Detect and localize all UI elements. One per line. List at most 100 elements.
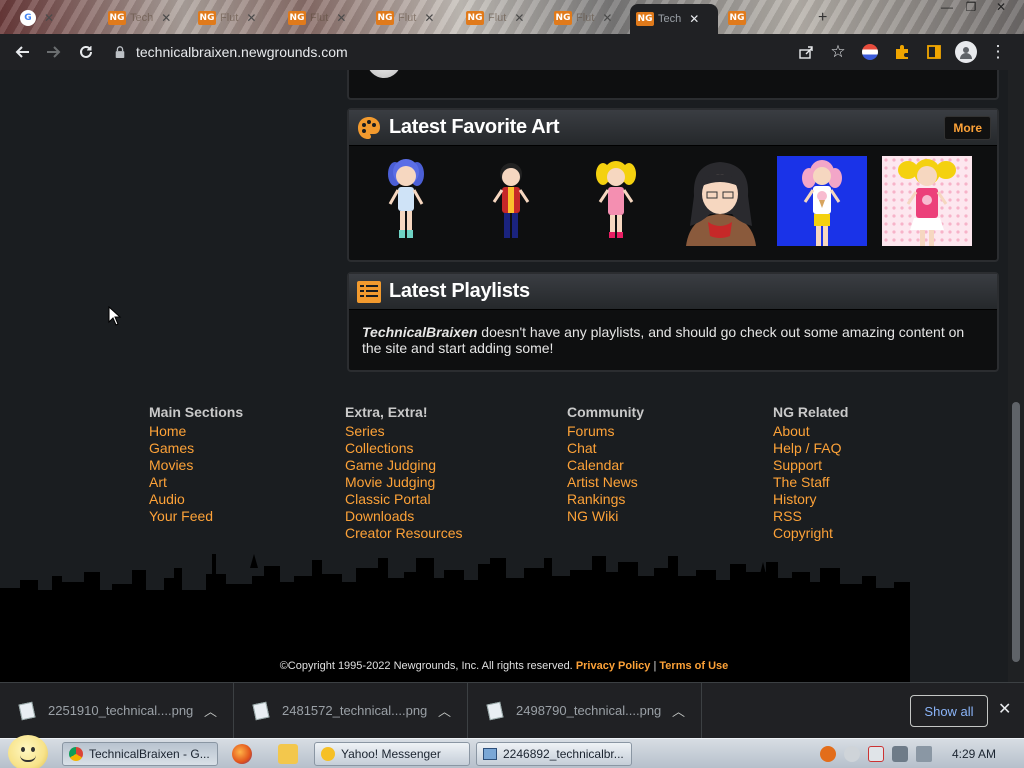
art-thumbnail[interactable] [357,156,454,246]
side-panel-icon[interactable] [918,36,950,68]
footer-link-your-feed[interactable]: Your Feed [149,508,243,525]
previous-panel-bottom [347,70,999,100]
network-tray-icon[interactable] [892,746,908,762]
share-icon[interactable] [790,36,822,68]
tab-newgrounds-8[interactable]: NG [722,4,752,32]
chevron-up-icon[interactable]: ︿ [672,701,685,720]
tab-newgrounds-active[interactable]: NG Tech ✕ [630,4,718,34]
menu-kebab-icon[interactable]: ⋮ [982,36,1014,68]
latest-playlists-panel: Latest Playlists TechnicalBraixen doesn'… [347,272,999,372]
bookmark-star-icon[interactable]: ☆ [822,36,854,68]
taskbar-item-image[interactable]: 2246892_technicalbr... [476,742,632,766]
footer-link-classic-portal[interactable]: Classic Portal [345,491,463,508]
address-bar[interactable]: technicalbraixen.newgrounds.com [108,38,848,66]
taskbar-item-browser[interactable]: TechnicalBraixen - G... [62,742,218,766]
tab-newgrounds-4[interactable]: NG Flut ✕ [370,4,440,32]
art-thumbnail[interactable] [882,156,979,246]
footer-link-rankings[interactable]: Rankings [567,491,644,508]
taskbar-item-messenger[interactable]: Yahoo! Messenger [314,742,470,766]
folder-icon[interactable] [278,744,298,764]
chevron-up-icon[interactable]: ︿ [204,701,217,720]
newgrounds-favicon-icon: NG [466,11,484,25]
tab-close-icon[interactable]: ✕ [161,11,171,25]
flag-tray-icon[interactable] [868,746,884,762]
tab-newgrounds-1[interactable]: NG Tech ✕ [102,4,177,32]
footer-link-copyright[interactable]: Copyright [773,525,848,542]
footer-link-history[interactable]: History [773,491,848,508]
show-all-downloads-button[interactable]: Show all [910,695,988,727]
download-item[interactable]: 2251910_technical....png ︿ [0,682,234,739]
page-scrollbar[interactable] [1008,70,1024,682]
firefox-icon[interactable] [232,744,252,764]
footer-link-collections[interactable]: Collections [345,440,463,457]
image-file-icon [18,701,36,720]
start-button-smiley-icon[interactable] [8,735,48,768]
footer-link-rss[interactable]: RSS [773,508,848,525]
privacy-policy-link[interactable]: Privacy Policy [576,660,651,672]
profile-avatar-icon[interactable] [950,36,982,68]
footer-link-ng-wiki[interactable]: NG Wiki [567,508,644,525]
reload-icon[interactable] [70,36,102,68]
close-window-icon[interactable]: ✕ [990,0,1012,14]
footer-link-series[interactable]: Series [345,423,463,440]
close-shelf-icon[interactable]: ✕ [998,699,1011,719]
download-item[interactable]: 2498790_technical....png ︿ [468,682,702,739]
tab-close-icon[interactable]: ✕ [689,12,699,26]
tab-newgrounds-6[interactable]: NG Flut ✕ [548,4,618,32]
art-thumbnail[interactable] [672,156,769,246]
minimize-icon[interactable]: — [936,0,958,14]
footer-link-game-judging[interactable]: Game Judging [345,457,463,474]
footer-link-support[interactable]: Support [773,457,848,474]
tab-newgrounds-2[interactable]: NG Flut ✕ [192,4,262,32]
more-button[interactable]: More [944,116,991,140]
url-text: technicalbraixen.newgrounds.com [136,44,348,60]
footer-link-chat[interactable]: Chat [567,440,644,457]
search-tray-icon[interactable] [820,746,836,762]
image-file-icon [252,701,270,720]
tab-newgrounds-3[interactable]: NG Flut ✕ [282,4,352,32]
tab-close-icon[interactable]: ✕ [514,11,524,25]
footer-link-calendar[interactable]: Calendar [567,457,644,474]
extension-flag-icon[interactable] [854,36,886,68]
back-arrow-icon[interactable] [6,36,38,68]
tab-google[interactable]: G ✕ [14,4,60,32]
footer-link-audio[interactable]: Audio [149,491,243,508]
tab-label: Flut [220,12,239,24]
footer-link-forums[interactable]: Forums [567,423,644,440]
smiley-tray-icon[interactable] [844,746,860,762]
scrollbar-thumb[interactable] [1012,402,1020,662]
footer-link-games[interactable]: Games [149,440,243,457]
tab-close-icon[interactable]: ✕ [602,11,612,25]
newgrounds-favicon-icon: NG [728,11,746,25]
art-thumbnail[interactable] [462,156,559,246]
footer-link-home[interactable]: Home [149,423,243,440]
tab-close-icon[interactable]: ✕ [246,11,256,25]
volume-tray-icon[interactable] [916,746,932,762]
tab-close-icon[interactable]: ✕ [336,11,346,25]
download-item[interactable]: 2481572_technical....png ︿ [234,682,468,739]
download-filename: 2498790_technical....png [516,703,662,718]
terms-of-use-link[interactable]: Terms of Use [659,660,728,672]
tab-close-icon[interactable]: ✕ [424,11,434,25]
tab-close-icon[interactable]: ✕ [44,11,54,25]
extensions-puzzle-icon[interactable] [886,36,918,68]
restore-icon[interactable]: ❐ [960,0,982,14]
footer-link-movies[interactable]: Movies [149,457,243,474]
footer-link-about[interactable]: About [773,423,848,440]
footer-link-the-staff[interactable]: The Staff [773,474,848,491]
footer-link-artist-news[interactable]: Artist News [567,474,644,491]
footer-link-art[interactable]: Art [149,474,243,491]
footer-link-help-faq[interactable]: Help / FAQ [773,440,848,457]
new-tab-button[interactable]: + [812,4,833,32]
avatar-thumbnail[interactable] [367,70,401,78]
footer-link-downloads[interactable]: Downloads [345,508,463,525]
username-link[interactable]: TechnicalBraixen [362,324,477,340]
forward-arrow-icon[interactable] [38,36,70,68]
newgrounds-favicon-icon: NG [288,11,306,25]
chevron-up-icon[interactable]: ︿ [438,701,451,720]
footer-link-creator-resources[interactable]: Creator Resources [345,525,463,542]
art-thumbnail[interactable] [567,156,664,246]
footer-link-movie-judging[interactable]: Movie Judging [345,474,463,491]
tab-newgrounds-5[interactable]: NG Flut ✕ [460,4,530,32]
art-thumbnail[interactable] [777,156,874,246]
